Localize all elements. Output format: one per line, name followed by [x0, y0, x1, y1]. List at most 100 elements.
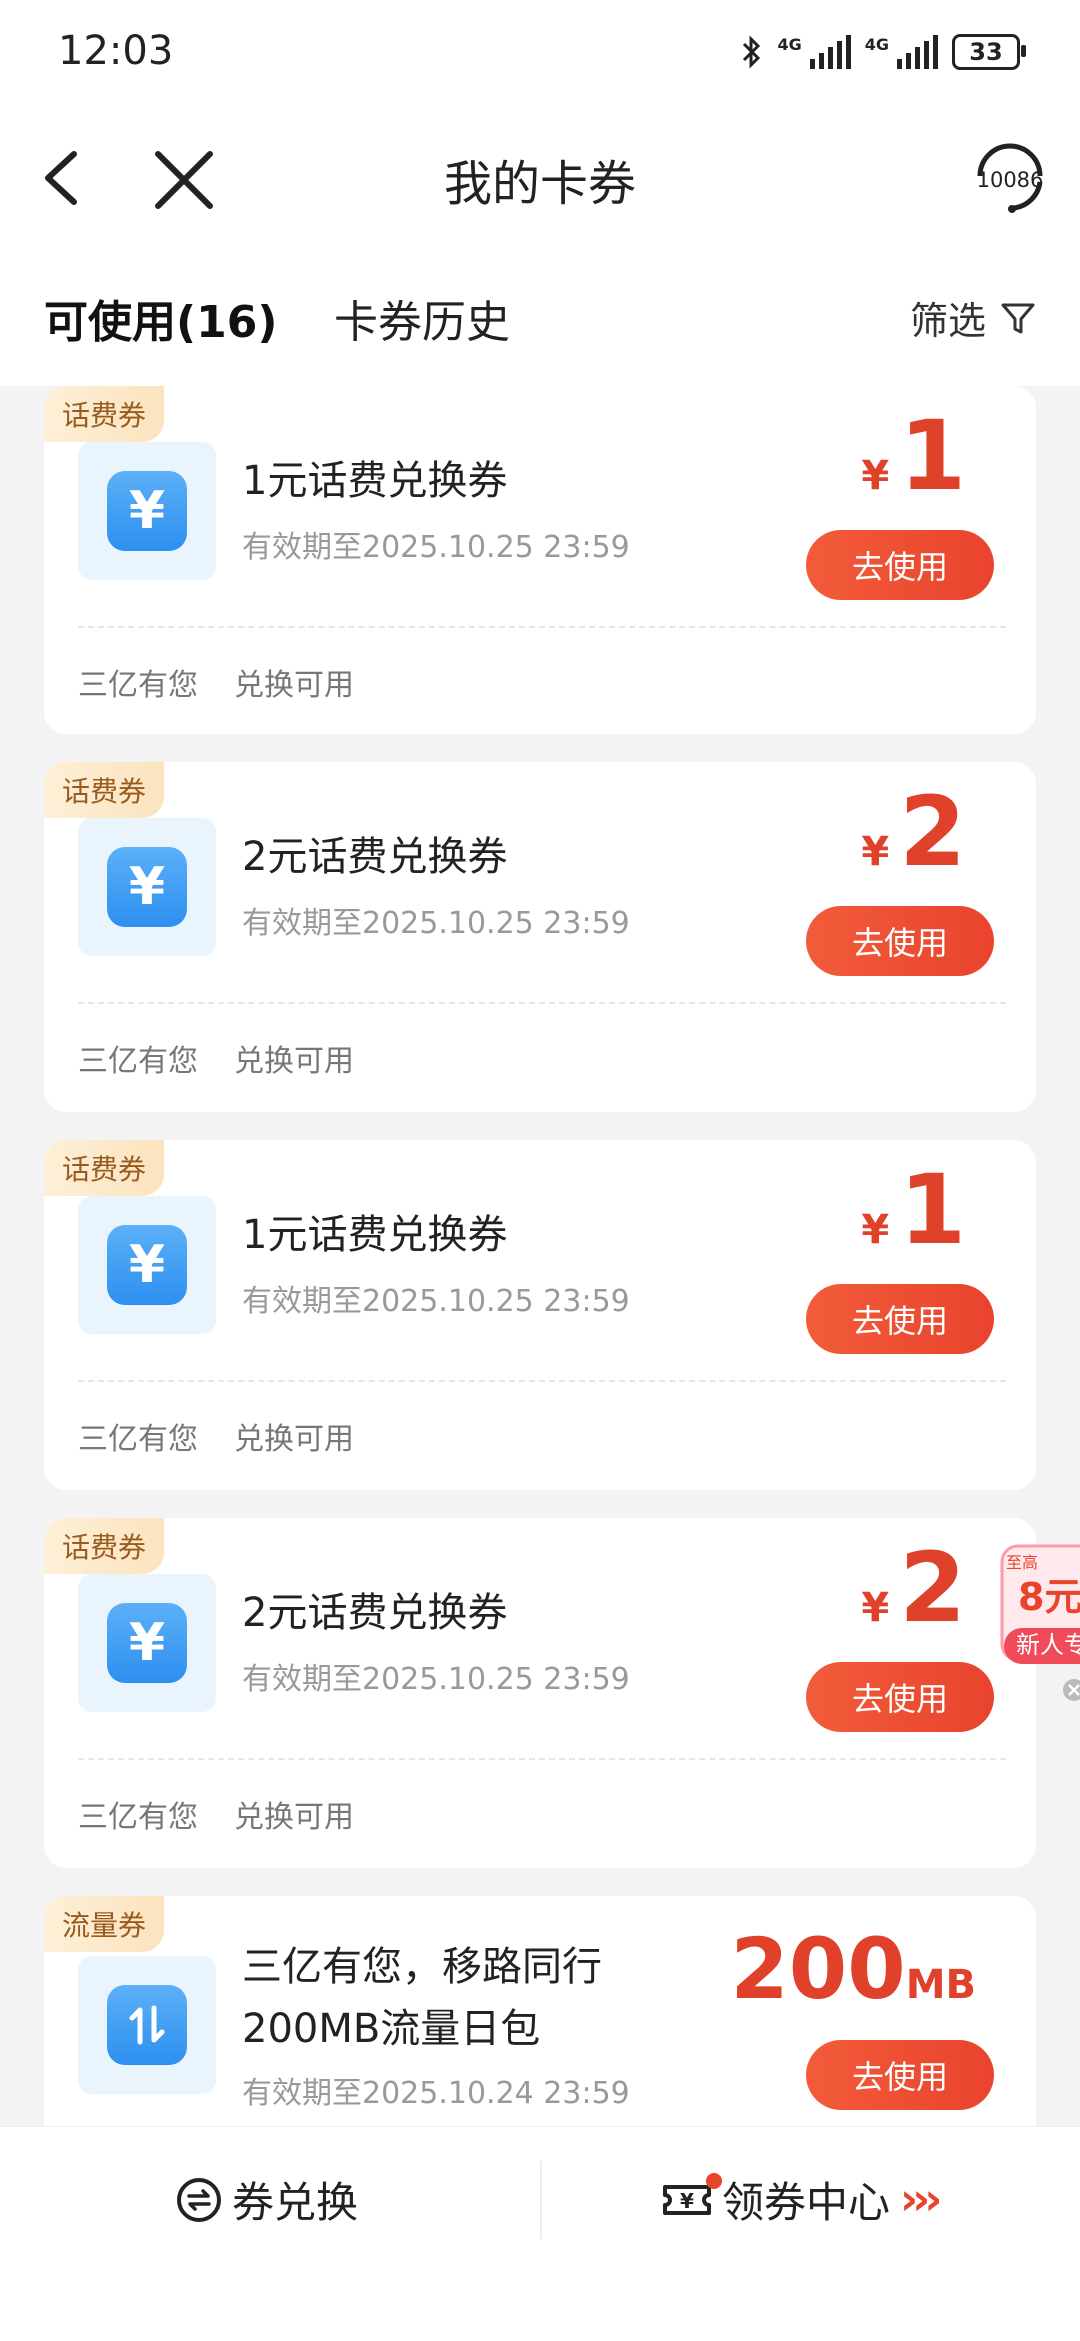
status-bar: 12:03 4G 4G 33 — [0, 0, 1080, 110]
amount-value: 2 — [899, 1532, 966, 1644]
amount-value: 1 — [899, 1154, 966, 1266]
coupon-footer: 三亿有您 兑换可用 — [78, 1414, 354, 1458]
coupon-tag: 话费券 — [44, 762, 165, 818]
coupon-card: 话费券 ¥ 2元话费兑换券 有效期至2025.10.25 23:59 ¥2 去使… — [44, 1518, 1036, 1868]
tab-available[interactable]: 可使用(16) — [44, 286, 277, 350]
service-number: 10086 — [977, 168, 1044, 192]
coupon-list: 话费券 ¥ 1元话费兑换券 有效期至2025.10.25 23:59 ¥1 去使… — [0, 386, 1080, 2126]
currency-symbol: ¥ — [861, 829, 890, 875]
exchange-icon — [177, 2177, 221, 2222]
coupon-footer: 三亿有您 兑换可用 — [78, 1036, 354, 1080]
signal-icon: 4G — [865, 35, 938, 69]
divider — [78, 626, 1006, 628]
battery-icon: 33 — [952, 34, 1026, 70]
currency-symbol: ¥ — [861, 453, 890, 499]
coupon-note: 兑换可用 — [234, 668, 354, 703]
coupon-validity: 有效期至2025.10.25 23:59 — [242, 1284, 630, 1319]
coupon-footer: 三亿有您 兑换可用 — [78, 660, 354, 704]
coupon-validity: 有效期至2025.10.25 23:59 — [242, 906, 630, 941]
coupon-center-icon-wrap: ¥ — [662, 2172, 722, 2223]
tab-bar: 可使用(16) 卡券历史 筛选 — [0, 240, 1080, 386]
coupon-subtitle: 200MB流量日包 — [242, 2006, 541, 2052]
currency-symbol: ¥ — [861, 1585, 890, 1631]
currency-symbol: ¥ — [861, 1207, 890, 1253]
new-user-promo[interactable]: 至高 8元 新人专 — [1000, 1542, 1080, 1702]
coupon-icon-box: ¥ — [78, 1574, 216, 1712]
amount-unit: MB — [905, 1962, 976, 2008]
bluetooth-icon — [743, 35, 761, 69]
yuan-icon: ¥ — [107, 471, 187, 551]
coupon-icon-box: ¥ — [78, 442, 216, 580]
use-button[interactable]: 去使用 — [806, 2040, 994, 2110]
coupon-exchange-button[interactable]: 券兑换 — [176, 2169, 358, 2230]
coupon-note: 兑换可用 — [234, 1800, 354, 1835]
promo-bottom: 新人专 — [1016, 1631, 1080, 1659]
coupon-source: 三亿有您 — [78, 1422, 198, 1457]
promo-badge-icon: 至高 8元 新人专 — [1000, 1544, 1080, 1701]
coupon-tag: 话费券 — [44, 386, 165, 442]
coupon-center-button[interactable]: ¥ 领券中心 ››› — [662, 2169, 942, 2230]
coupon-card: 话费券 ¥ 1元话费兑换券 有效期至2025.10.25 23:59 ¥1 去使… — [44, 386, 1036, 734]
promo-top: 至高 — [1006, 1553, 1038, 1572]
chevron-right-icon: ››› — [900, 2174, 942, 2225]
yuan-icon: ¥ — [107, 1603, 187, 1683]
signal-icon: 4G — [777, 35, 851, 69]
coupon-footer: 三亿有您 兑换可用 — [78, 1792, 354, 1836]
coupon-icon-box — [78, 1956, 216, 2094]
status-icons: 4G 4G 33 — [741, 34, 1026, 70]
coupon-title: 2元话费兑换券 — [242, 1590, 508, 1636]
filter-button[interactable]: 筛选 — [910, 290, 1036, 345]
status-time: 12:03 — [58, 28, 174, 74]
coupon-amount: ¥1 — [861, 400, 966, 512]
use-button[interactable]: 去使用 — [806, 1284, 994, 1354]
coupon-center-label: 领券中心 — [722, 2178, 891, 2227]
coupon-card: 话费券 ¥ 1元话费兑换券 有效期至2025.10.25 23:59 ¥1 去使… — [44, 1140, 1036, 1490]
yuan-icon: ¥ — [107, 847, 187, 927]
ticket-icon: ¥ — [663, 2184, 711, 2215]
coupon-title: 1元话费兑换券 — [242, 458, 508, 504]
use-button[interactable]: 去使用 — [806, 906, 994, 976]
coupon-title: 三亿有您，移路同行 — [242, 1944, 602, 1990]
coupon-source: 三亿有您 — [78, 668, 198, 703]
coupon-tag: 话费券 — [44, 1518, 165, 1574]
notification-dot — [706, 2172, 722, 2189]
amount-value: 200 — [730, 1920, 906, 2018]
divider — [78, 1002, 1006, 1004]
coupon-card: 话费券 ¥ 2元话费兑换券 有效期至2025.10.25 23:59 ¥2 去使… — [44, 762, 1036, 1112]
coupon-title: 1元话费兑换券 — [242, 1212, 508, 1258]
network-label: 4G — [864, 35, 889, 54]
amount-value: 2 — [899, 776, 966, 888]
coupon-amount: 200MB — [730, 1920, 976, 2018]
coupon-validity: 有效期至2025.10.25 23:59 — [242, 530, 630, 565]
bottom-action-bar: 券兑换 ¥ 领券中心 ››› — [0, 2126, 1080, 2341]
coupon-validity: 有效期至2025.10.24 23:59 — [242, 2076, 630, 2111]
coupon-note: 兑换可用 — [234, 1422, 354, 1457]
coupon-icon-box: ¥ — [78, 1196, 216, 1334]
coupon-source: 三亿有您 — [78, 1044, 198, 1079]
navigation-bar: 我的卡券 10086 — [0, 110, 1080, 240]
customer-service-icon[interactable]: 10086 — [968, 138, 1052, 218]
coupon-amount: ¥2 — [861, 776, 966, 888]
battery-level: 33 — [969, 38, 1003, 66]
coupon-tag: 话费券 — [44, 1140, 165, 1196]
coupon-tag: 流量券 — [44, 1896, 165, 1952]
svg-text:¥: ¥ — [680, 2189, 694, 2213]
amount-value: 1 — [899, 400, 966, 512]
promo-amount: 8元 — [1018, 1575, 1080, 1619]
use-button[interactable]: 去使用 — [806, 530, 994, 600]
use-button[interactable]: 去使用 — [806, 1662, 994, 1732]
exchange-label: 券兑换 — [232, 2178, 359, 2227]
coupon-validity: 有效期至2025.10.25 23:59 — [242, 1662, 630, 1697]
coupon-amount: ¥2 — [861, 1532, 966, 1644]
coupon-amount: ¥1 — [861, 1154, 966, 1266]
divider — [78, 1380, 1006, 1382]
divider — [540, 2161, 542, 2239]
coupon-card: 流量券 三亿有您，移路同行 200MB流量日包 有效期至2025.10.24 2… — [44, 1896, 1036, 2126]
yuan-icon: ¥ — [107, 1225, 187, 1305]
coupon-note: 兑换可用 — [234, 1044, 354, 1079]
coupon-source: 三亿有您 — [78, 1800, 198, 1835]
tab-history[interactable]: 卡券历史 — [334, 286, 510, 350]
filter-label: 筛选 — [909, 299, 986, 343]
page-title: 我的卡券 — [443, 156, 636, 212]
divider — [78, 1758, 1006, 1760]
